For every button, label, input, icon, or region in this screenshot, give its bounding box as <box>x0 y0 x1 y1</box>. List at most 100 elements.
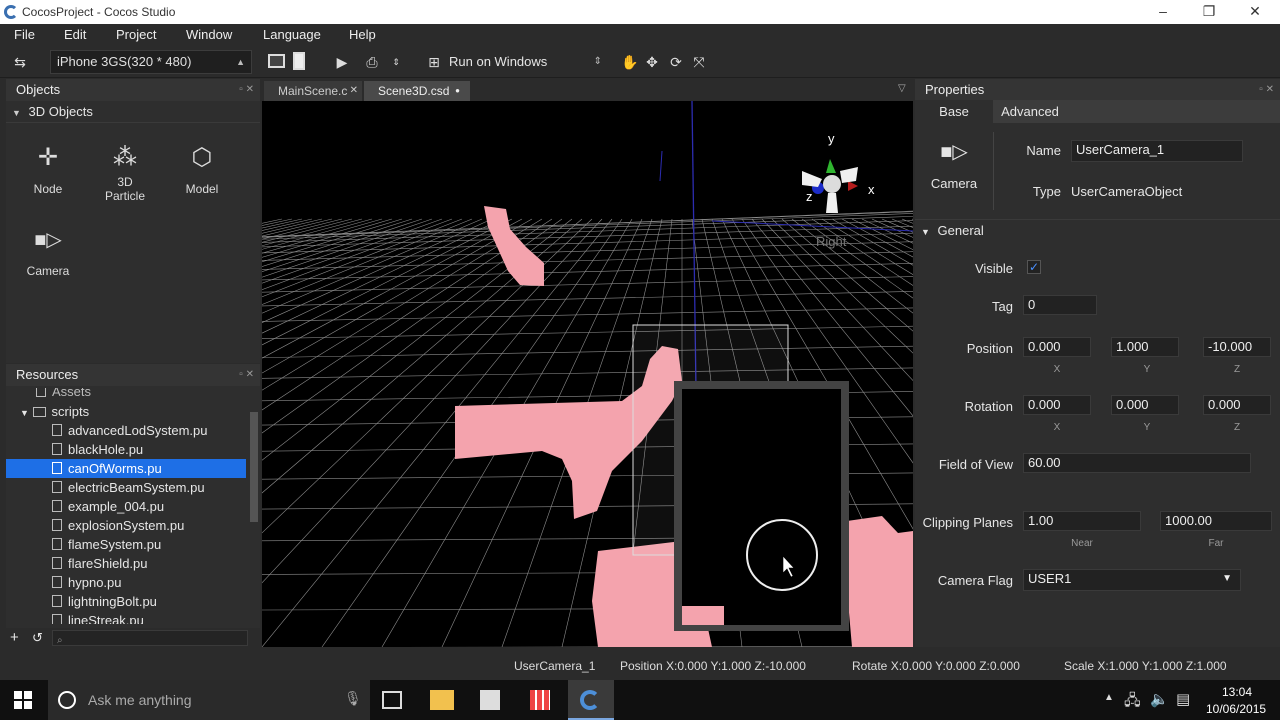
file-icon <box>52 519 62 531</box>
rotation-z-input[interactable]: 0.000 <box>1203 395 1271 415</box>
tree-row-file[interactable]: explosionSystem.pu <box>6 516 246 535</box>
landscape-icon[interactable] <box>268 54 285 68</box>
close-button[interactable]: ✕ <box>1232 0 1278 24</box>
position-z-input[interactable]: -10.000 <box>1203 337 1271 357</box>
menu-project[interactable]: Project <box>116 27 156 42</box>
gizmo-y-arrow[interactable] <box>826 159 836 173</box>
grid-line <box>262 211 913 237</box>
gizmo-x-arrow[interactable] <box>848 181 858 191</box>
scene-viewport[interactable]: MainScene.c ✕ Scene3D.csd ● ▽ y x z Righ… <box>262 79 913 647</box>
fov-input[interactable]: 60.00 <box>1023 453 1251 473</box>
object-camera[interactable]: ■▷ Camera <box>18 223 78 278</box>
tree-row-file[interactable]: lightningBolt.pu <box>6 592 246 611</box>
section-general[interactable]: ▼ General <box>915 219 1280 241</box>
tree-row-scripts[interactable]: ▼ scripts <box>6 402 246 421</box>
object-camera-label: Camera <box>26 264 70 278</box>
menu-file[interactable]: File <box>14 27 35 42</box>
scene-canvas[interactable]: y x z Right <box>262 101 913 647</box>
run-target-select[interactable]: Run on Windows ⇕ <box>446 50 608 74</box>
object-3d-particle[interactable]: ⁂ 3D Particle <box>95 141 155 203</box>
scrollbar[interactable] <box>250 412 258 522</box>
volume-icon[interactable]: 🔈 <box>1150 690 1169 708</box>
portrait-icon[interactable] <box>293 52 305 70</box>
unsaved-dot-icon[interactable]: ● <box>455 81 460 101</box>
position-y-input[interactable]: 1.000 <box>1111 337 1179 357</box>
name-label: Name <box>1026 143 1061 158</box>
publish-icon[interactable]: ⎙ <box>362 52 382 72</box>
near-input[interactable]: 1.00 <box>1023 511 1141 531</box>
resource-search-input[interactable]: ⌕ <box>52 630 248 646</box>
file-label: flareShield.pu <box>68 556 148 571</box>
camera-flag-select[interactable]: USER1 ▼ <box>1023 569 1241 591</box>
publish-options-icon[interactable]: ⇕ <box>386 52 406 72</box>
panel-controls-icon[interactable]: ▫ ✕ <box>1259 79 1274 101</box>
tab-advanced[interactable]: Advanced <box>993 100 1067 123</box>
menu-window[interactable]: Window <box>186 27 232 42</box>
device-value: iPhone 3GS(320 * 480) <box>57 54 192 69</box>
network-icon[interactable]: 🖧 <box>1124 690 1141 715</box>
play-icon[interactable]: ▶ <box>332 52 352 72</box>
rotation-x-input[interactable]: 0.000 <box>1023 395 1091 415</box>
close-tab-icon[interactable]: ✕ <box>350 81 358 101</box>
file-label: electricBeamSystem.pu <box>68 480 205 495</box>
maximize-button[interactable]: ❐ <box>1186 0 1232 24</box>
microphone-icon[interactable]: 🎙 <box>344 690 362 707</box>
tabs-dropdown-icon[interactable]: ▽ <box>898 83 906 94</box>
orientation-gizmo[interactable]: y x z Right <box>802 131 875 249</box>
minimize-button[interactable]: – <box>1140 0 1186 24</box>
file-label: lightningBolt.pu <box>68 594 157 609</box>
tree-row-file[interactable]: example_004.pu <box>6 497 246 516</box>
panel-controls-icon[interactable]: ▫ ✕ <box>239 79 254 101</box>
clock-date[interactable]: 10/06/2015 <box>1206 702 1266 716</box>
section-3d-objects[interactable]: ▼ 3D Objects <box>6 101 260 123</box>
menu-help[interactable]: Help <box>349 27 376 42</box>
rotation-y-input[interactable]: 0.000 <box>1111 395 1179 415</box>
clock-time[interactable]: 13:04 <box>1222 685 1252 699</box>
task-view-icon[interactable] <box>382 691 402 709</box>
objects-panel-header: Objects ▫ ✕ <box>6 79 260 101</box>
hand-tool-icon[interactable]: ✋ <box>620 52 640 72</box>
refresh-icon[interactable]: ↺ <box>32 630 43 646</box>
gizmo-center[interactable] <box>823 175 841 193</box>
panel-controls-icon[interactable]: ▫ ✕ <box>239 364 254 386</box>
notifications-icon[interactable]: ▤ <box>1176 690 1190 708</box>
tree-row-file[interactable]: flareShield.pu <box>6 554 246 573</box>
tree-row-file[interactable]: blackHole.pu <box>6 440 246 459</box>
tree-row-file-selected[interactable]: canOfWorms.pu <box>6 459 246 478</box>
tree-row-file[interactable]: flameSystem.pu <box>6 535 246 554</box>
resource-tree[interactable]: Assets ▼ scripts advancedLodSystem.pu bl… <box>6 388 248 624</box>
position-x-input[interactable]: 0.000 <box>1023 337 1091 357</box>
position-label: Position <box>966 341 1013 356</box>
move-tool-icon[interactable]: ✥ <box>642 52 662 72</box>
cocos-studio-taskbar-button[interactable] <box>568 680 614 720</box>
object-model[interactable]: ⬡ Model <box>172 141 232 196</box>
menu-language[interactable]: Language <box>263 27 321 42</box>
add-icon[interactable]: + <box>10 629 19 646</box>
tree-row-file[interactable]: lineStreak.pu <box>6 611 246 624</box>
tree-row-file[interactable]: advancedLodSystem.pu <box>6 421 246 440</box>
file-icon <box>52 500 62 512</box>
visible-checkbox[interactable]: ✓ <box>1027 260 1041 274</box>
file-explorer-icon[interactable] <box>430 690 454 710</box>
folder-icon <box>36 388 46 397</box>
start-windows-icon[interactable] <box>14 691 32 709</box>
menu-edit[interactable]: Edit <box>64 27 86 42</box>
scale-tool-icon[interactable]: ⤧ <box>689 52 709 72</box>
name-input[interactable]: UserCamera_1 <box>1071 140 1243 162</box>
tray-chevron-icon[interactable]: ▲ <box>1104 692 1114 703</box>
rotate-tool-icon[interactable]: ⟳ <box>666 52 686 72</box>
tab-scene3d[interactable]: Scene3D.csd ● <box>364 81 470 101</box>
rotate-device-icon[interactable]: ⇆ <box>10 52 30 72</box>
far-input[interactable]: 1000.00 <box>1160 511 1272 531</box>
tag-input[interactable]: 0 <box>1023 295 1097 315</box>
tab-base[interactable]: Base <box>915 100 993 123</box>
device-select[interactable]: iPhone 3GS(320 * 480) ▲ <box>50 50 252 74</box>
cortana-search-box[interactable]: Ask me anything 🎙 <box>48 680 370 720</box>
tab-mainscene[interactable]: MainScene.c ✕ <box>264 81 362 101</box>
tree-row-file[interactable]: hypno.pu <box>6 573 246 592</box>
tree-row-file[interactable]: electricBeamSystem.pu <box>6 478 246 497</box>
app-grid-icon[interactable] <box>530 690 550 710</box>
store-icon[interactable] <box>480 690 500 710</box>
tree-row-assets[interactable]: Assets <box>6 388 246 401</box>
object-node[interactable]: ✛ Node <box>18 141 78 196</box>
